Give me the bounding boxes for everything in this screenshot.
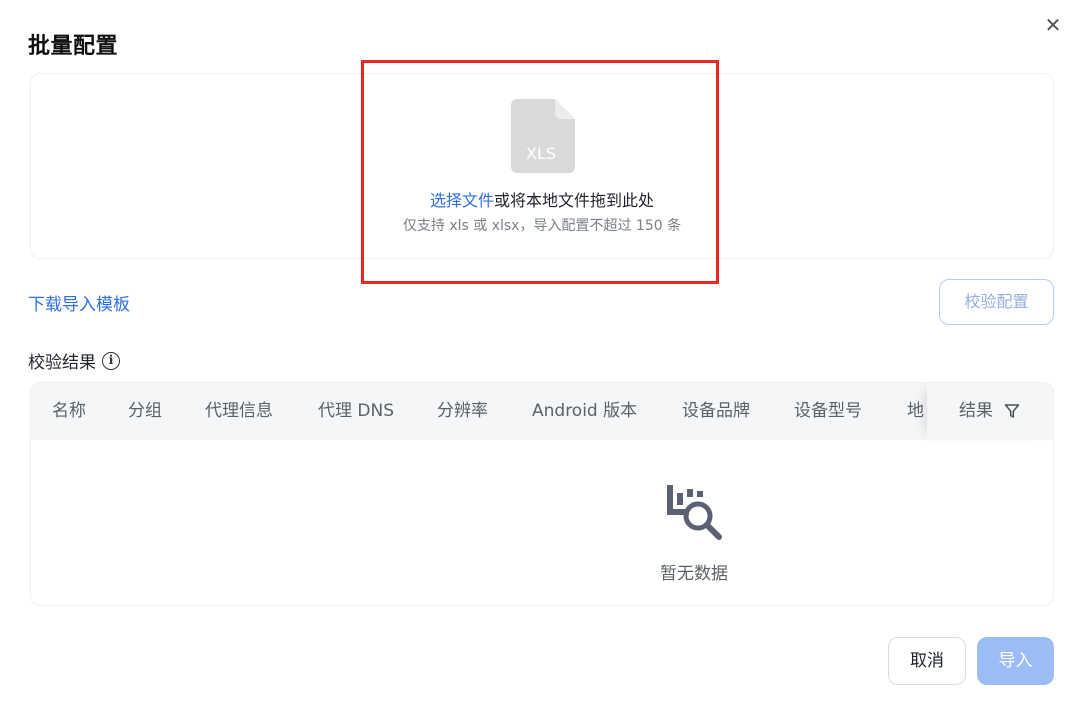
empty-data-icon — [667, 485, 722, 540]
xls-file-icon-label: XLS — [526, 144, 556, 163]
close-icon[interactable]: ✕ — [1042, 14, 1064, 36]
column-header-result[interactable]: 结果 — [927, 383, 1053, 440]
column-header-name: 名称 — [52, 401, 86, 421]
batch-config-dialog: 批量配置 ✕ XLS 选择文件或将本地文件拖到此处 仅支持 xls 或 xlsx… — [0, 0, 1080, 709]
empty-data-text: 暂无数据 — [660, 564, 728, 584]
upload-hint: 仅支持 xls 或 xlsx，导入配置不超过 150 条 — [402, 218, 682, 234]
column-header-proxy-info: 代理信息 — [205, 401, 273, 421]
download-template-link[interactable]: 下载导入模板 — [28, 290, 130, 315]
validate-config-button[interactable]: 校验配置 — [939, 279, 1054, 325]
file-upload-dropzone[interactable]: XLS 选择文件或将本地文件拖到此处 仅支持 xls 或 xlsx，导入配置不超… — [30, 73, 1054, 259]
column-header-group: 分组 — [128, 401, 162, 421]
dialog-title: 批量配置 — [28, 34, 119, 59]
cancel-button[interactable]: 取消 — [888, 637, 966, 685]
import-button[interactable]: 导入 — [977, 637, 1054, 685]
table-header: 名称 分组 代理信息 代理 DNS 分辨率 Android 版本 设备品牌 设备… — [31, 383, 1053, 440]
column-header-proxy-dns: 代理 DNS — [318, 401, 395, 421]
upload-instruction: 选择文件或将本地文件拖到此处 — [31, 187, 1053, 211]
column-header-clipped: 地 — [906, 383, 927, 440]
results-table: 名称 分组 代理信息 代理 DNS 分辨率 Android 版本 设备品牌 设备… — [30, 382, 1054, 606]
column-header-device-model: 设备型号 — [794, 401, 862, 421]
column-header-android-version: Android 版本 — [532, 401, 638, 421]
filter-icon[interactable] — [1004, 403, 1020, 419]
result-column-label: 结果 — [959, 401, 993, 421]
xls-file-icon: XLS — [511, 99, 575, 173]
drag-text: 或将本地文件拖到此处 — [494, 191, 655, 210]
info-icon[interactable]: i — [102, 351, 120, 370]
column-header-resolution: 分辨率 — [437, 401, 488, 421]
validation-results-text: 校验结果 — [28, 353, 96, 373]
validation-results-label: 校验结果 i — [28, 348, 120, 373]
select-file-link[interactable]: 选择文件 — [430, 191, 494, 210]
column-header-device-brand: 设备品牌 — [682, 401, 750, 421]
column-header-location: 地 — [907, 401, 924, 421]
